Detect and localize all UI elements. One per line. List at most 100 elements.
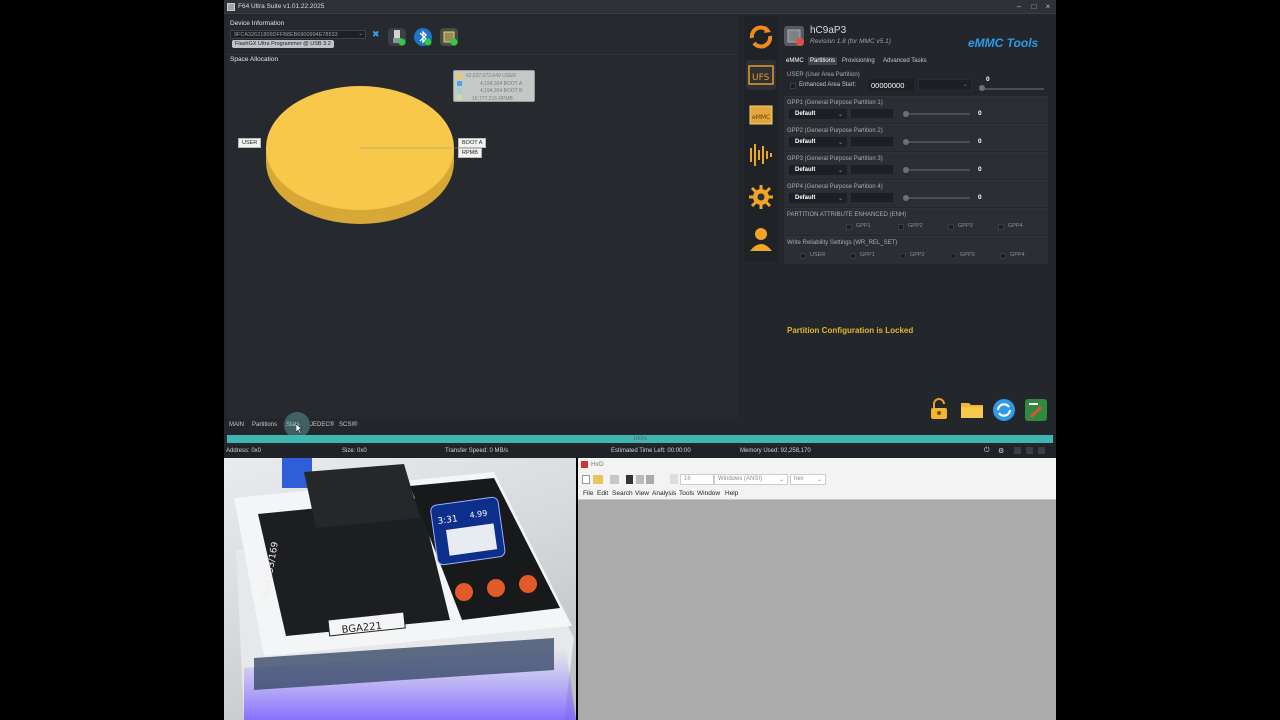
pie-label-rpmb: RPMB (458, 148, 482, 158)
minimize-icon[interactable]: – (1014, 2, 1024, 12)
gpp4-slider[interactable] (904, 197, 970, 199)
tab-emmc[interactable]: eMMC (786, 58, 804, 64)
status-memory: Memory Used: 92,258,170 (740, 448, 811, 454)
gpp3-slider[interactable] (904, 169, 970, 171)
menu-file[interactable]: File (583, 490, 593, 497)
enhanced-area-start-input[interactable]: 00000000 (868, 79, 914, 91)
refresh-tool-icon[interactable] (746, 22, 776, 52)
close-icon[interactable]: × (1043, 2, 1053, 12)
gpp2-slider[interactable] (904, 141, 970, 143)
wr-rel-gpp3-label: GPP3 (960, 252, 975, 258)
gpp4-unit-select[interactable] (850, 192, 894, 203)
gpp2-mode-select[interactable]: Default ⌄ (788, 136, 848, 148)
enh-gpp4-checkbox[interactable] (998, 224, 1004, 230)
enh-gpp2-checkbox[interactable] (898, 224, 904, 230)
slider-handle[interactable] (903, 139, 909, 145)
enhanced-area-unit-select[interactable]: ⌄ (918, 79, 972, 91)
ufs-tool-icon[interactable]: UFS (746, 60, 776, 90)
enh-gpp1-checkbox[interactable] (846, 224, 852, 230)
new-file-icon[interactable] (582, 475, 590, 484)
save-icon[interactable] (610, 475, 619, 484)
device-info-heading: Device Information (230, 20, 285, 27)
charset-select[interactable]: Windows (ANSI) ⌄ (714, 474, 788, 485)
wr-rel-gpp2-label: GPP2 (910, 252, 925, 258)
hxd-menu-bar: File Edit Search View Analysis Tools Win… (583, 490, 783, 499)
sync-icon[interactable] (992, 398, 1016, 422)
tab-scsi[interactable]: SCSI® (339, 422, 357, 428)
enh-section: PARTITION ATTRIBUTE ENHANCED (ENH) GPP1 … (784, 208, 1048, 235)
menu-analysis[interactable]: Analysis (652, 490, 676, 497)
slider-handle[interactable] (903, 111, 909, 117)
divider (226, 54, 738, 55)
enhanced-area-checkbox[interactable] (790, 83, 796, 89)
menu-edit[interactable]: Edit (597, 490, 608, 497)
status-square-icon (1026, 447, 1033, 454)
locked-message: Partition Configuration is Locked (787, 326, 914, 335)
tab-partitions[interactable]: Partitions (808, 57, 838, 65)
menu-window[interactable]: Window (697, 490, 720, 497)
user-profile-icon[interactable] (746, 224, 776, 254)
wr-rel-user-checkbox[interactable] (800, 253, 806, 259)
tab-advanced-tasks[interactable]: Advanced Tasks (883, 58, 927, 64)
wr-rel-gpp2-checkbox[interactable] (900, 253, 906, 259)
chip-revision: Revision 1.8 (for MMC v5.1) (810, 38, 891, 45)
pie-label-user: USER (238, 138, 262, 148)
legend-item-user: 62,537,072,640 USER (466, 73, 517, 79)
network-icon[interactable]: ⚙ (998, 447, 1004, 455)
menu-help[interactable]: Help (725, 490, 738, 497)
enh-gpp3-checkbox[interactable] (948, 224, 954, 230)
menu-view[interactable]: View (635, 490, 649, 497)
folder-icon[interactable] (960, 398, 984, 420)
print-icon[interactable] (636, 475, 644, 484)
tab-jedec[interactable]: JEDEC® (310, 422, 334, 428)
main-panel: Device Information 9FCA32621809DFFB8EB69… (226, 16, 738, 418)
power-icon[interactable]: ⏻ (984, 447, 990, 455)
columns-select[interactable]: 16 (680, 474, 714, 485)
waveform-tool-icon[interactable] (746, 140, 776, 170)
tab-partitions-bottom[interactable]: Partitions (252, 422, 277, 428)
gpp4-mode-select[interactable]: Default ⌄ (788, 192, 848, 204)
gpp4-section: GPP4 (General Purpose Partition 4) Defau… (784, 180, 1048, 207)
enh-gpp4-label: GPP4 (1008, 223, 1023, 229)
tab-main[interactable]: MAIN (229, 422, 244, 428)
gpp1-unit-select[interactable] (850, 108, 894, 119)
slider-handle[interactable] (903, 195, 909, 201)
gpp3-unit-select[interactable] (850, 164, 894, 175)
menu-search[interactable]: Search (612, 490, 633, 497)
wr-rel-gpp4-checkbox[interactable] (1000, 253, 1006, 259)
gpp3-mode-select[interactable]: Default ⌄ (788, 164, 848, 176)
legend-item-boot-b: 4,194,304 BOOT B (480, 88, 523, 94)
emmc-tool-icon[interactable]: eMMC (746, 100, 776, 130)
device-select[interactable]: 9FCA32621809DFFB8EB6900994E78533 ⌄ (230, 30, 366, 39)
tools-icon[interactable] (646, 475, 654, 484)
edit-config-icon[interactable] (1024, 398, 1048, 422)
tab-provisioning[interactable]: Provisioning (842, 58, 875, 64)
svg-text:eMMC: eMMC (752, 114, 770, 121)
right-tab-bar: eMMC Partitions Provisioning Advanced Ta… (784, 57, 1050, 66)
gpp2-unit-select[interactable] (850, 136, 894, 147)
slider-handle[interactable] (903, 167, 909, 173)
close-doc-icon[interactable] (626, 475, 633, 484)
settings-gear-icon[interactable] (746, 182, 776, 212)
mode-select[interactable]: hex ⌄ (790, 474, 826, 485)
chip-status-icon (440, 28, 458, 46)
enhanced-area-slider[interactable] (980, 88, 1044, 90)
gpp1-slider[interactable] (904, 113, 970, 115)
hxd-title: HxD (591, 461, 604, 468)
wr-rel-gpp1-checkbox[interactable] (850, 253, 856, 259)
enhanced-area-value: 0 (986, 76, 990, 83)
slider-handle[interactable] (979, 85, 985, 91)
legend-item-rpmb: 16,777,216 RPMB (472, 95, 513, 102)
tool-strip: UFS eMMC (744, 16, 778, 262)
user-area-heading: USER (User Area Partition) (787, 72, 860, 78)
menu-tools[interactable]: Tools (679, 490, 694, 497)
gpp3-heading: GPP3 (General Purpose Partition 3) (787, 156, 883, 162)
maximize-icon[interactable]: □ (1029, 2, 1039, 12)
unlock-icon[interactable] (928, 398, 950, 420)
open-file-icon[interactable] (593, 475, 603, 484)
disconnect-icon[interactable]: ✖ (372, 29, 380, 40)
status-square-icon (1038, 447, 1045, 454)
wr-rel-gpp3-checkbox[interactable] (950, 253, 956, 259)
gpp1-mode-select[interactable]: Default ⌄ (788, 108, 848, 120)
wr-rel-gpp1-label: GPP1 (860, 252, 875, 258)
